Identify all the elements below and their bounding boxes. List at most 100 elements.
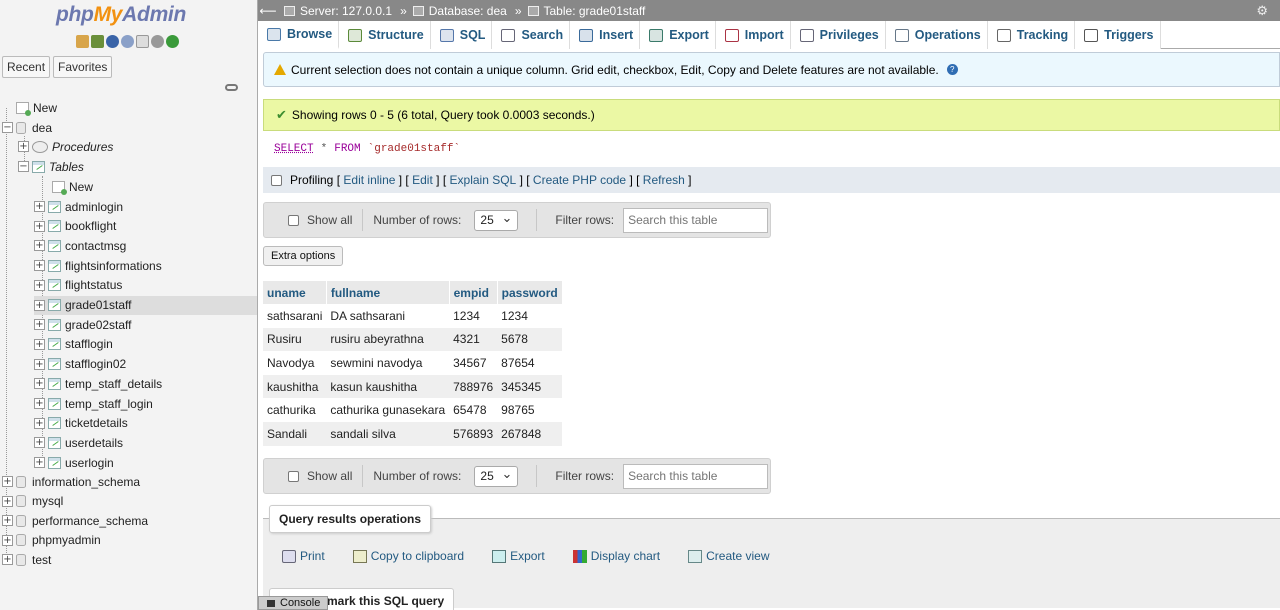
tree-db-dea[interactable]: − dea bbox=[2, 118, 52, 137]
expand-icon[interactable]: + bbox=[34, 299, 45, 311]
tree-table-stafflogin02[interactable]: + stafflogin02 bbox=[34, 355, 126, 374]
expand-icon[interactable]: + bbox=[2, 554, 13, 566]
tree-item-tables[interactable]: − Tables bbox=[18, 157, 84, 176]
tab-sql[interactable]: SQL bbox=[430, 21, 493, 49]
table-row[interactable]: Sandali sandali silva 576893 267848 bbox=[263, 421, 563, 446]
tab-tracking[interactable]: Tracking bbox=[987, 21, 1076, 49]
tree-table-userdetails[interactable]: + userdetails bbox=[34, 433, 123, 452]
table-row[interactable]: Navodya sewmini navodya 34567 87654 bbox=[263, 351, 563, 375]
tree-table-temp_staff_details[interactable]: + temp_staff_details bbox=[34, 374, 162, 393]
nav-tab-favorites[interactable]: Favorites bbox=[53, 56, 113, 78]
expand-icon[interactable]: + bbox=[34, 240, 45, 252]
tree-table-grade01staff[interactable]: + grade01staff bbox=[34, 295, 257, 315]
phpmyadmin-logo[interactable]: phpMyAdmin bbox=[56, 3, 186, 27]
expand-icon[interactable]: + bbox=[34, 398, 45, 409]
column-header-empid[interactable]: empid bbox=[449, 281, 498, 304]
tree-table-temp_staff_login[interactable]: + temp_staff_login bbox=[34, 394, 153, 413]
reload-icon[interactable] bbox=[166, 35, 179, 48]
print-link[interactable]: Print bbox=[282, 549, 325, 563]
tree-table-adminlogin[interactable]: + adminlogin bbox=[34, 197, 123, 216]
tab-export[interactable]: Export bbox=[640, 21, 716, 49]
copy-to-clipboard-link[interactable]: Copy to clipboard bbox=[352, 549, 464, 563]
show-all-checkbox[interactable] bbox=[288, 470, 299, 482]
expand-icon[interactable]: + bbox=[18, 141, 29, 152]
tab-search[interactable]: Search bbox=[492, 21, 571, 49]
tree-db-performance_schema[interactable]: + performance_schema bbox=[2, 511, 148, 530]
table-row[interactable]: Rusiru rusiru abeyrathna 4321 5678 bbox=[263, 327, 563, 352]
tab-privileges[interactable]: Privileges bbox=[790, 21, 886, 49]
breadcrumb-server[interactable]: Server: 127.0.0.1 bbox=[284, 4, 392, 18]
tree-table-flightstatus[interactable]: + flightstatus bbox=[34, 276, 122, 295]
display-chart-link[interactable]: Display chart bbox=[572, 549, 660, 563]
collapse-icon[interactable]: − bbox=[2, 122, 13, 133]
column-header-fullname[interactable]: fullname bbox=[326, 281, 450, 304]
link-icon[interactable] bbox=[225, 84, 238, 91]
tab-triggers[interactable]: Triggers bbox=[1075, 21, 1161, 49]
profiling-checkbox[interactable] bbox=[271, 174, 282, 186]
expand-icon[interactable]: + bbox=[2, 495, 13, 507]
show-all-checkbox[interactable] bbox=[288, 214, 299, 226]
settings-gear-icon[interactable]: ⚙ bbox=[1256, 3, 1268, 19]
copy-icon[interactable] bbox=[136, 35, 149, 48]
tree-table-ticketdetails[interactable]: + ticketdetails bbox=[34, 414, 128, 433]
gear-icon[interactable] bbox=[151, 35, 164, 48]
explain-sql-link[interactable]: Explain SQL bbox=[450, 173, 517, 187]
tree-db-information_schema[interactable]: + information_schema bbox=[2, 472, 140, 491]
sql-query-display[interactable]: SELECT * FROM `grade01staff` bbox=[263, 131, 1280, 167]
expand-icon[interactable]: + bbox=[34, 338, 45, 350]
tree-db-test[interactable]: + test bbox=[2, 550, 51, 569]
table-row[interactable]: kaushitha kasun kaushitha 788976 345345 bbox=[263, 374, 563, 399]
tree-db-mysql[interactable]: + mysql bbox=[2, 492, 63, 511]
edit-inline-link[interactable]: Edit inline bbox=[343, 173, 395, 187]
extra-options-button[interactable]: Extra options bbox=[263, 246, 344, 266]
tree-table-userlogin[interactable]: + userlogin bbox=[34, 453, 114, 472]
filter-rows-input[interactable] bbox=[623, 207, 769, 233]
tab-operations[interactable]: Operations bbox=[885, 21, 988, 49]
column-header-password[interactable]: password bbox=[497, 281, 563, 304]
create-php-code-link[interactable]: Create PHP code bbox=[533, 173, 626, 187]
logout-icon[interactable] bbox=[91, 35, 104, 48]
filter-rows-input[interactable] bbox=[623, 463, 769, 489]
tab-structure[interactable]: Structure bbox=[339, 21, 431, 49]
collapse-nav-icon[interactable]: ⟵ bbox=[258, 4, 278, 18]
tree-table-bookflight[interactable]: + bookflight bbox=[34, 217, 116, 236]
tree-table-flightsinformations[interactable]: + flightsinformations bbox=[34, 256, 162, 275]
expand-icon[interactable]: + bbox=[34, 417, 45, 429]
table-row[interactable]: sathsarani DA sathsarani 1234 1234 bbox=[263, 304, 563, 328]
tree-db-phpmyadmin[interactable]: + phpmyadmin bbox=[2, 531, 101, 550]
export-link[interactable]: Export bbox=[492, 549, 545, 563]
tree-table-contactmsg[interactable]: + contactmsg bbox=[34, 236, 126, 255]
expand-icon[interactable]: + bbox=[34, 319, 45, 331]
number-of-rows-select[interactable]: 25 bbox=[474, 209, 519, 231]
breadcrumb-database[interactable]: Database: dea bbox=[412, 4, 507, 18]
tree-item-new-table[interactable]: New bbox=[52, 177, 93, 196]
tab-insert[interactable]: Insert bbox=[570, 21, 641, 49]
tab-import[interactable]: Import bbox=[715, 21, 791, 49]
expand-icon[interactable]: + bbox=[34, 260, 45, 272]
docs-icon[interactable] bbox=[121, 35, 134, 48]
create-view-link[interactable]: Create view bbox=[688, 549, 769, 563]
tree-item-procedures[interactable]: + Procedures bbox=[18, 137, 113, 156]
column-header-uname[interactable]: uname bbox=[263, 281, 327, 304]
number-of-rows-select[interactable]: 25 bbox=[474, 465, 519, 487]
expand-icon[interactable]: + bbox=[34, 220, 45, 232]
tree-item-new[interactable]: New bbox=[16, 98, 57, 117]
expand-icon[interactable]: + bbox=[34, 378, 45, 390]
expand-icon[interactable]: + bbox=[2, 534, 13, 546]
breadcrumb-table[interactable]: Table: grade01staff bbox=[527, 4, 645, 18]
help-icon[interactable]: ? bbox=[946, 64, 958, 75]
console-button[interactable]: Console bbox=[258, 596, 328, 610]
nav-tab-recent[interactable]: Recent bbox=[2, 56, 51, 78]
tree-table-stafflogin[interactable]: + stafflogin bbox=[34, 335, 113, 354]
tab-browse[interactable]: Browse bbox=[258, 21, 340, 49]
expand-icon[interactable]: + bbox=[34, 358, 45, 370]
refresh-link[interactable]: Refresh bbox=[643, 173, 685, 187]
collapse-icon[interactable]: − bbox=[18, 161, 29, 172]
home-icon[interactable] bbox=[76, 35, 89, 48]
query-window-icon[interactable] bbox=[106, 35, 119, 48]
tree-table-grade02staff[interactable]: + grade02staff bbox=[34, 315, 132, 334]
expand-icon[interactable]: + bbox=[2, 476, 13, 487]
expand-icon[interactable]: + bbox=[2, 515, 13, 527]
expand-icon[interactable]: + bbox=[34, 279, 45, 291]
expand-icon[interactable]: + bbox=[34, 201, 45, 212]
